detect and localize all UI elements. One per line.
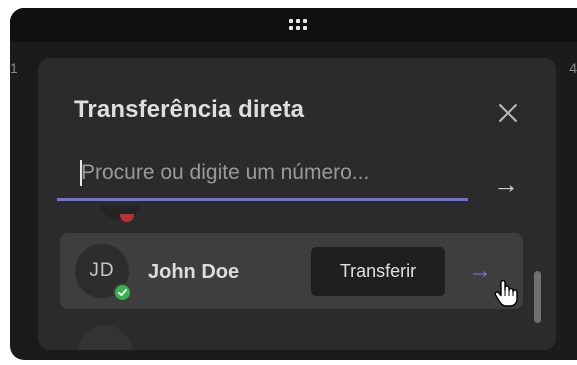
busy-status-icon <box>120 214 134 222</box>
dialog-title: Transferência direta <box>74 96 305 123</box>
search-input[interactable] <box>81 157 451 189</box>
check-icon <box>113 283 132 302</box>
direct-transfer-dialog: Transferência direta → JD John Doe Trans… <box>38 58 556 350</box>
transfer-button[interactable]: Transferir <box>311 247 445 296</box>
background-number-left: 1 <box>10 60 18 76</box>
scrollbar[interactable] <box>534 271 541 323</box>
contact-row[interactable]: JD John Doe Transferir → <box>60 233 523 309</box>
search-field <box>57 153 468 201</box>
list-item[interactable] <box>98 206 142 222</box>
grip-icon[interactable] <box>289 19 307 31</box>
app-window: 1 4 Transferência direta → JD John Doe T… <box>10 8 577 360</box>
hand-cursor-icon <box>493 278 519 308</box>
close-icon[interactable] <box>497 102 519 124</box>
arrow-right-icon[interactable]: → <box>468 259 492 283</box>
contact-list[interactable]: JD John Doe Transferir → <box>58 206 524 350</box>
avatar <box>78 325 132 350</box>
contact-name: John Doe <box>148 261 240 283</box>
arrow-right-icon[interactable]: → <box>493 171 519 197</box>
background-number-right: 4 <box>569 60 577 76</box>
top-bar <box>10 8 577 42</box>
